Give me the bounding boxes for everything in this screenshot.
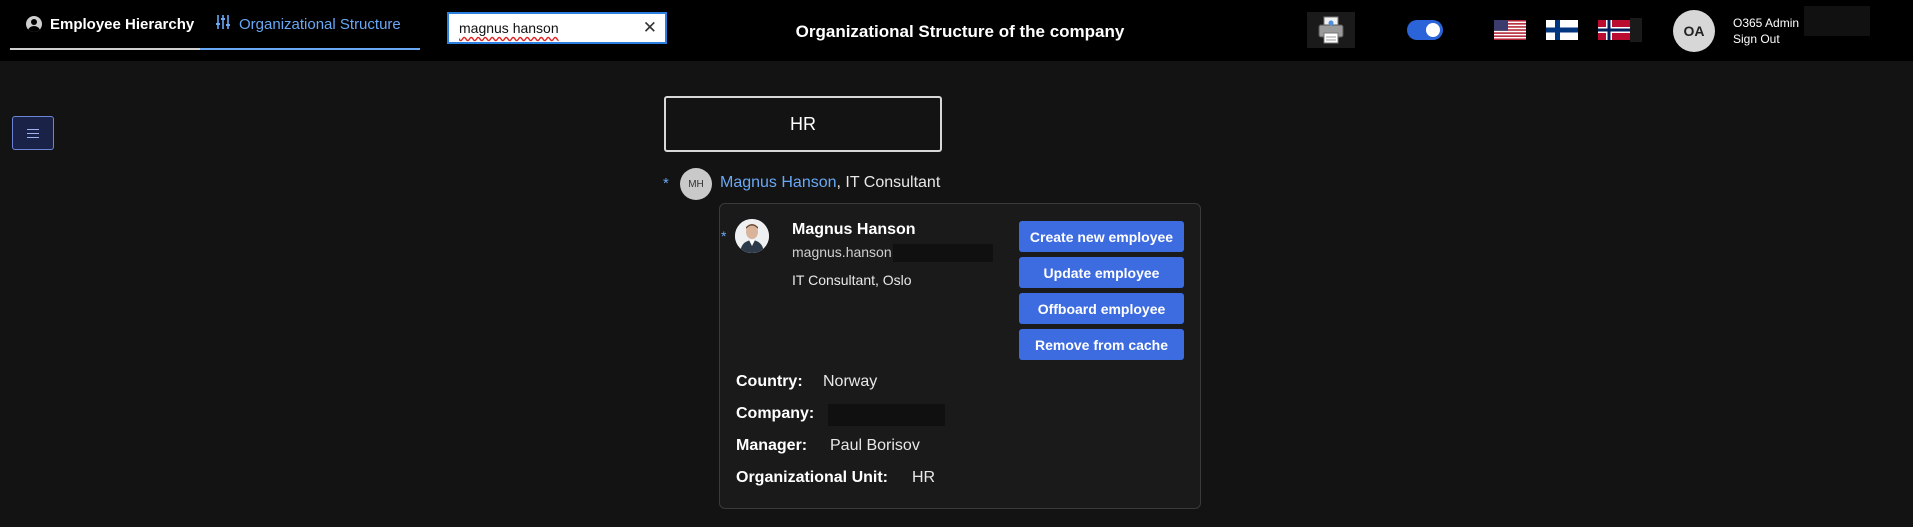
us-flag-icon[interactable] (1494, 20, 1526, 40)
theme-toggle[interactable] (1407, 20, 1443, 40)
employee-title-location: IT Consultant, Oslo (792, 272, 912, 288)
person-circle-icon (26, 16, 42, 32)
search-value: magnus hanson (459, 20, 559, 36)
tab-label: Employee Hierarchy (50, 15, 195, 33)
bullet-marker: * (663, 175, 669, 192)
employee-name-link[interactable]: Magnus Hanson (720, 174, 837, 191)
employee-email: magnus.hanson (792, 244, 892, 260)
manager-label: Manager: (736, 437, 808, 454)
company-label: Company: (736, 405, 815, 422)
menu-button[interactable] (12, 116, 54, 150)
flag-spacer (1630, 18, 1642, 42)
country-value: Norway (823, 373, 878, 390)
norway-flag-icon[interactable] (1598, 20, 1630, 40)
tab-employee-hierarchy[interactable]: Employee Hierarchy (10, 0, 200, 50)
tab-organizational-structure[interactable]: Organizational Structure (200, 0, 420, 50)
sliders-icon (215, 14, 231, 34)
employee-name: Magnus Hanson (792, 221, 916, 238)
tab-label: Organizational Structure (239, 15, 401, 33)
hamburger-icon (27, 128, 39, 130)
remove-from-cache-button[interactable]: Remove from cache (1019, 329, 1184, 360)
employee-avatar: MH (680, 168, 712, 200)
org-unit-value: HR (912, 469, 936, 486)
org-unit-box[interactable]: HR (664, 96, 942, 152)
finland-flag-icon[interactable] (1546, 20, 1578, 40)
redacted-area (1804, 6, 1870, 36)
close-icon[interactable]: ✕ (643, 18, 657, 38)
employee-photo (735, 219, 769, 253)
update-employee-button[interactable]: Update employee (1019, 257, 1184, 288)
bullet-marker: * (721, 228, 727, 244)
offboard-employee-button[interactable]: Offboard employee (1019, 293, 1184, 324)
avatar[interactable]: OA (1673, 10, 1715, 52)
employee-row: Magnus Hanson, IT Consultant (720, 174, 940, 192)
manager-value: Paul Borisov (830, 437, 920, 454)
redacted-area (893, 244, 993, 262)
user-name: O365 Admin (1733, 16, 1800, 30)
create-employee-button[interactable]: Create new employee (1019, 221, 1184, 252)
printer-icon[interactable] (1307, 12, 1355, 48)
sign-out-link[interactable]: Sign Out (1733, 32, 1780, 46)
search-input[interactable]: magnus hanson ✕ (447, 12, 667, 44)
employee-row-title: , IT Consultant (836, 174, 941, 191)
page-title: Organizational Structure of the company (795, 22, 1125, 41)
redacted-area (828, 404, 945, 426)
country-label: Country: (736, 373, 803, 390)
org-unit-label: Organizational Unit: (736, 469, 888, 486)
